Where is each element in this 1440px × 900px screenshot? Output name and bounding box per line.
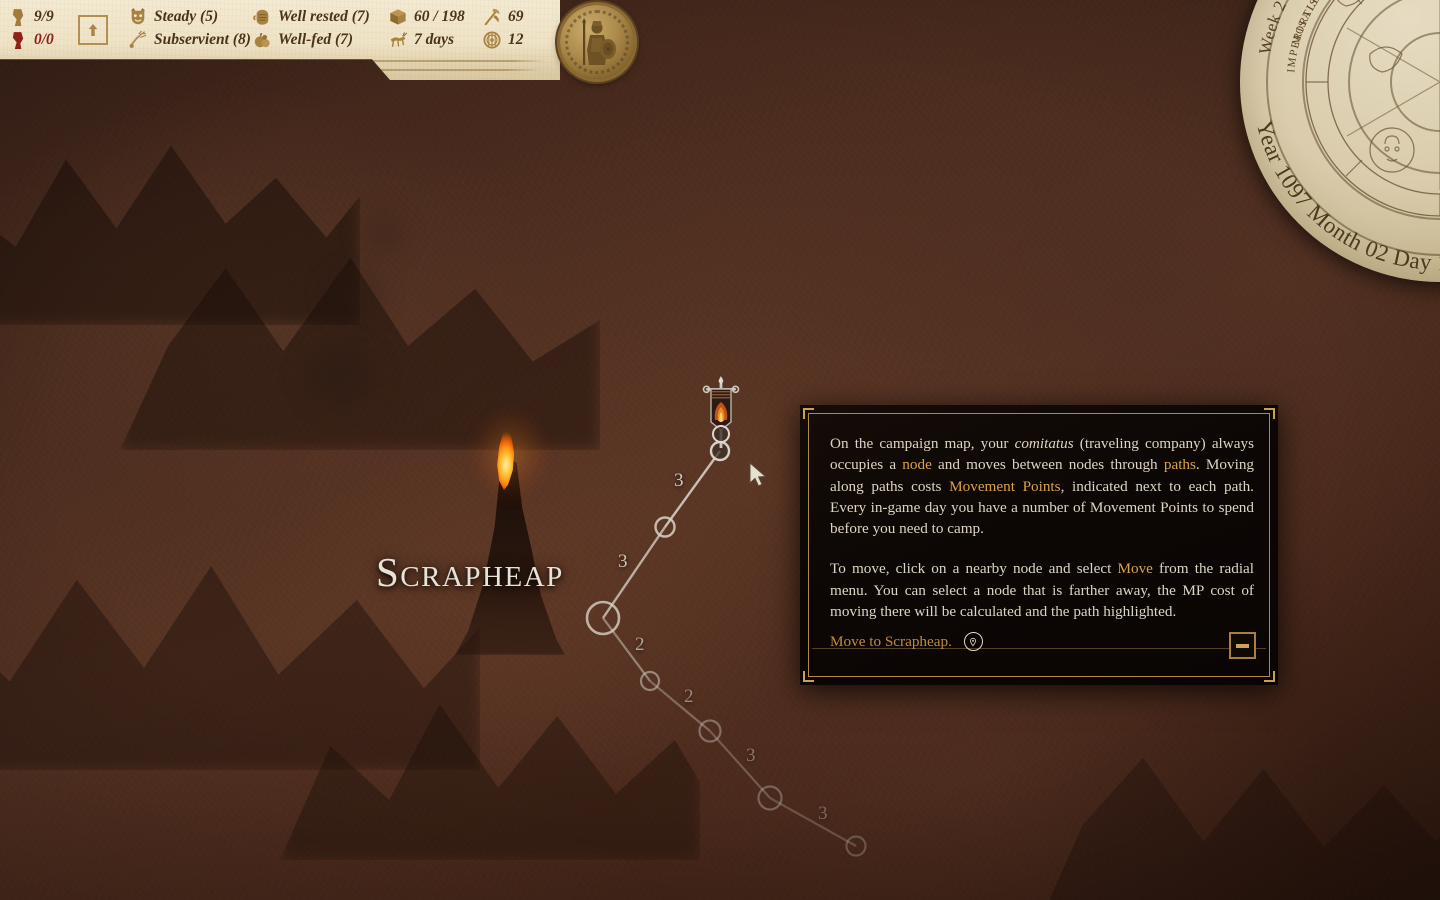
edge-cost-label: 2 [635, 634, 645, 655]
panel-corner-icon [1264, 671, 1275, 682]
axe-icon [482, 7, 502, 27]
calendar-wheel[interactable]: Week 2 Albea Year 1097 Month 02 Day 11 I… [1240, 0, 1440, 282]
stat-shields: 12 [482, 30, 524, 50]
ox-cart-icon [388, 30, 408, 50]
stat-rest-state: Well rested (7) [252, 7, 370, 27]
edge-cost-label: 3 [746, 745, 756, 766]
upward-arrow-icon [88, 24, 98, 36]
faction-seal-button[interactable] [560, 5, 634, 79]
fist-icon [252, 7, 272, 27]
morale-value: 9/9 [34, 8, 54, 25]
comitatus-banner-icon[interactable] [702, 376, 740, 454]
location-pin-icon[interactable] [963, 632, 983, 651]
stat-label: Subservient (8) [154, 31, 251, 48]
game-screen: Scrapheap 3 3 2 2 3 3 9/9 0/0 Steady (5)… [0, 0, 1440, 900]
upward-arrow-box-icon[interactable] [78, 15, 108, 45]
morale-counter: 9/9 [8, 7, 54, 27]
panel-corner-icon [1264, 408, 1275, 419]
pin-glyph [970, 637, 977, 646]
keyword-node[interactable]: node [902, 456, 932, 473]
banner-chevron-icon [8, 30, 28, 50]
tutorial-panel: On the campaign map, your comitatus (tra… [800, 405, 1278, 685]
panel-footer: Move to Scrapheap. [830, 632, 983, 651]
stat-label: 7 days [414, 31, 455, 48]
warrior-medallion-icon [582, 18, 616, 66]
panel-paragraph-2: To move, click on a nearby node and sele… [830, 558, 1254, 622]
shield-icon [482, 30, 502, 50]
path-edge[interactable] [709, 730, 771, 799]
panel-corner-icon [803, 408, 814, 419]
panel-action-label: Move to Scrapheap. [830, 632, 952, 650]
text-run: and moves between nodes through [931, 456, 1164, 474]
panel-paragraph-1: On the campaign map, your comitatus (tra… [830, 433, 1254, 539]
food-pouch-icon [252, 30, 272, 50]
panel-text: On the campaign map, your comitatus (tra… [830, 433, 1254, 622]
edge-cost-label: 3 [618, 551, 628, 572]
stat-supplies: 60 / 198 [388, 7, 465, 27]
text-run: On the campaign map, your [830, 435, 1015, 452]
keyword-move[interactable]: Move [1117, 560, 1152, 577]
stat-label: Well-fed (7) [278, 31, 354, 48]
crate-icon [388, 7, 408, 27]
stat-label: 60 / 198 [414, 8, 465, 25]
minimize-button[interactable] [1229, 632, 1256, 659]
stat-morale-state: Steady (5) [128, 7, 218, 27]
stat-obedience: Subservient (8) [128, 30, 251, 50]
stat-label: 69 [508, 8, 524, 25]
minimize-icon [1236, 643, 1249, 648]
text-run-italic: comitatus [1014, 435, 1074, 452]
stat-label: 12 [508, 31, 524, 48]
edge-cost-label: 3 [674, 470, 684, 491]
keyword-paths[interactable]: paths [1164, 456, 1196, 473]
edge-cost-label: 3 [818, 803, 828, 824]
status-stats: 9/9 0/0 Steady (5) Subservient (8) Well … [0, 6, 545, 56]
casualties-value: 0/0 [34, 31, 54, 48]
path-edge[interactable] [769, 797, 857, 847]
casualties-counter: 0/0 [8, 30, 54, 50]
path-edge[interactable] [649, 680, 711, 732]
theater-mask-icon [128, 7, 148, 27]
keyword-movement-points[interactable]: Movement Points [949, 478, 1060, 495]
stat-food-state: Well-fed (7) [252, 30, 353, 50]
mouse-pointer-icon [749, 462, 767, 487]
banner-chevron-icon [8, 7, 28, 27]
stat-travel-days: 7 days [388, 30, 454, 50]
stat-weapons: 69 [482, 7, 524, 27]
stat-label: Steady (5) [154, 8, 219, 25]
text-run: To move, click on a nearby node and sele… [830, 560, 1118, 578]
edge-cost-label: 2 [684, 686, 694, 707]
panel-corner-icon [803, 671, 814, 682]
stat-label: Well rested (7) [278, 8, 370, 25]
whip-hand-icon [128, 30, 148, 50]
